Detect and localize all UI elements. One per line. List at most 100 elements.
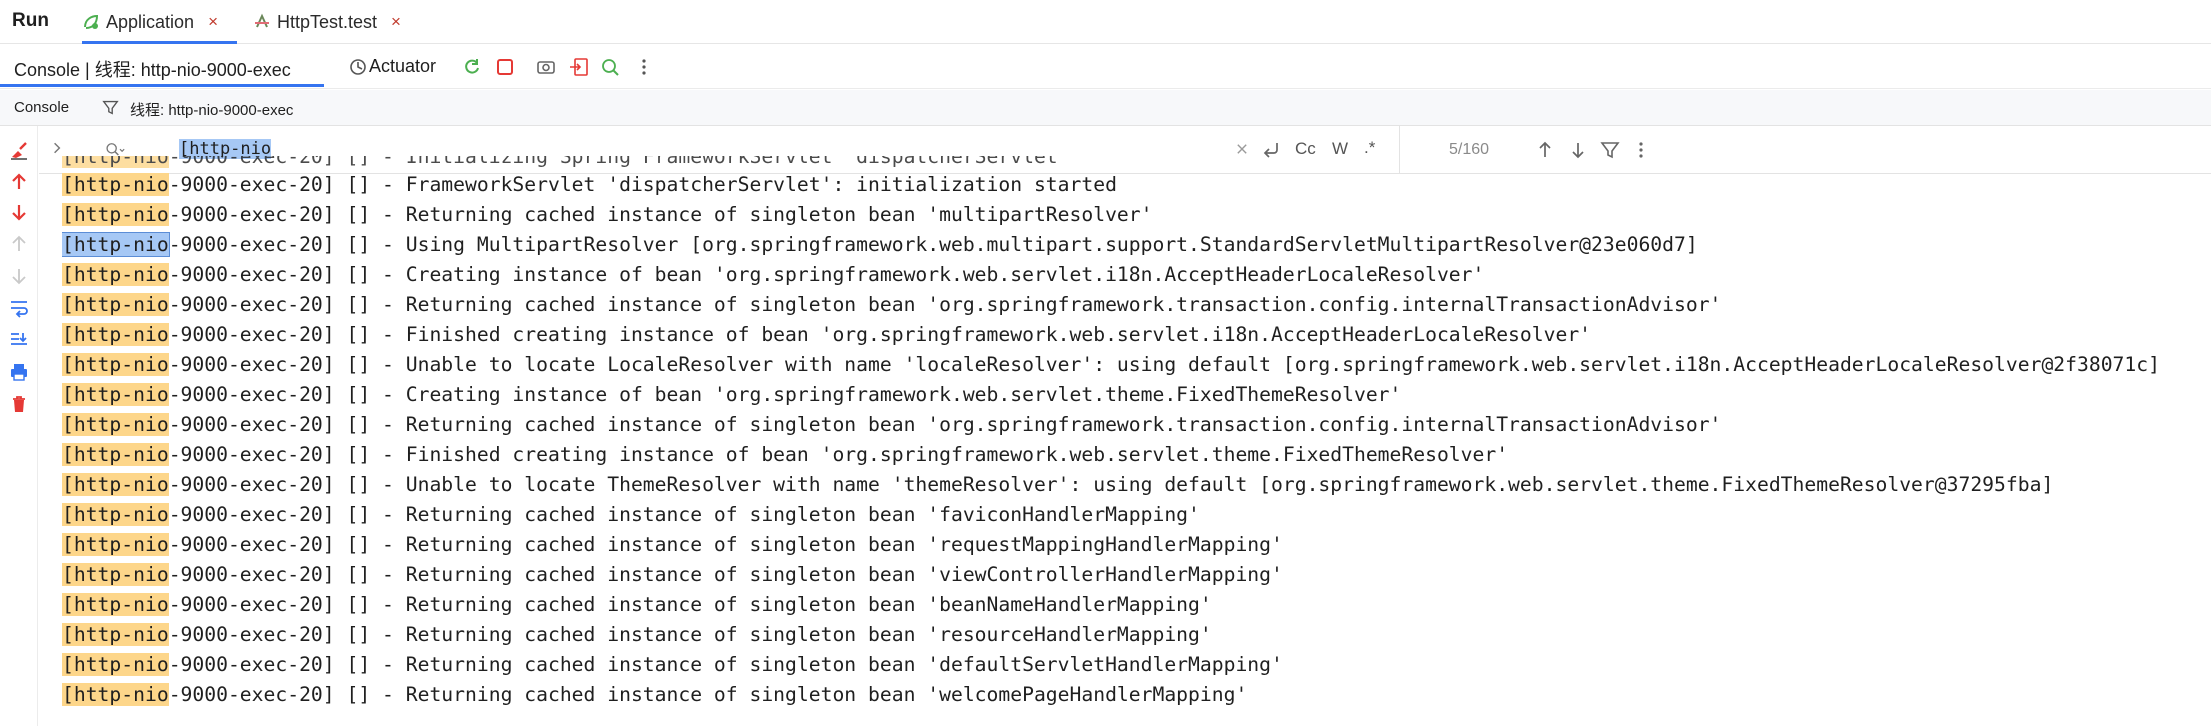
log-line: [http-nio-9000-exec-20] [] - Returning c…	[62, 290, 2202, 320]
match-highlight: [http-nio	[62, 623, 169, 646]
arrow-down-icon[interactable]	[9, 202, 29, 222]
log-line: [http-nio-9000-exec-20] [] - Finished cr…	[62, 440, 2202, 470]
log-text: -9000-exec-20] [] - FrameworkServlet 'di…	[168, 173, 1117, 196]
thread-filter-label[interactable]: 线程: http-nio-9000-exec	[130, 99, 293, 120]
log-line: [http-nio-9000-exec-20] [] - Returning c…	[62, 500, 2202, 530]
console-tab[interactable]: Console	[14, 99, 69, 116]
print-icon[interactable]	[9, 362, 29, 382]
match-highlight: [http-nio	[62, 533, 169, 556]
log-text: -9000-exec-20] [] - Returning cached ins…	[168, 533, 1283, 556]
log-line: [http-nio-9000-exec-20] [] - Returning c…	[62, 530, 2202, 560]
debug-run-icon[interactable]	[600, 57, 620, 77]
log-line: [http-nio-9000-exec-20] [] - Unable to l…	[62, 350, 2202, 380]
close-icon[interactable]: ×	[391, 12, 401, 32]
match-highlight: [http-nio	[62, 173, 169, 196]
rerun-icon[interactable]	[462, 57, 482, 77]
regex-toggle[interactable]: .*	[1364, 138, 1375, 158]
console-filter-row: Console 线程: http-nio-9000-exec	[0, 90, 2211, 126]
match-highlight: [http-nio	[62, 503, 169, 526]
whole-words-toggle[interactable]: W	[1332, 139, 1348, 159]
next-match-icon[interactable]	[1568, 140, 1588, 160]
log-line: [http-nio-9000-exec-20] [] - Returning c…	[62, 410, 2202, 440]
chevron-right-icon[interactable]	[49, 140, 65, 156]
log-line: [http-nio-9000-exec-20] [] - Returning c…	[62, 680, 2202, 710]
arrow-up-disabled-icon	[12, 235, 26, 251]
log-line: [http-nio-9000-exec-20] [] - Returning c…	[62, 560, 2202, 590]
scroll-to-end-icon[interactable]	[9, 330, 29, 350]
match-highlight: [http-nio	[62, 683, 169, 706]
match-highlight: [http-nio	[62, 443, 169, 466]
tab-httptest[interactable]: HttpTest.test ×	[253, 0, 401, 44]
arrow-down-disabled-icon	[12, 269, 26, 285]
actuator-icon	[350, 59, 366, 75]
match-highlight: [http-nio	[62, 203, 169, 226]
run-title: Run	[12, 10, 49, 31]
arrow-up-icon[interactable]	[9, 172, 29, 192]
login-icon[interactable]	[569, 57, 589, 77]
current-match-highlight: [http-nio	[62, 232, 170, 257]
log-text: -9000-exec-20] [] - Returning cached ins…	[168, 593, 1212, 616]
log-line: [http-nio-9000-exec-20] [] - Unable to l…	[62, 470, 2202, 500]
newline-icon[interactable]	[1261, 140, 1281, 160]
filter-icon[interactable]	[102, 99, 119, 116]
tab-label: Application	[106, 11, 195, 32]
log-text: -9000-exec-20] [] - Returning cached ins…	[168, 563, 1283, 586]
match-highlight: [http-nio	[62, 473, 169, 496]
log-line: [http-nio-9000-exec-20] [] - Returning c…	[62, 590, 2202, 620]
log-text: -9000-exec-20] [] - Finished creating in…	[168, 443, 1509, 466]
log-line: [http-nio-9000-exec-20] [] - Creating in…	[62, 380, 2202, 410]
run-tab-bar: Run Application × HttpTest.test ×	[0, 0, 2211, 44]
match-highlight: [http-nio	[62, 293, 169, 316]
console-thread-tab[interactable]: Console | 线程: http-nio-9000-exec	[14, 56, 291, 82]
camera-icon[interactable]	[536, 57, 556, 77]
search-more-icon[interactable]	[1631, 140, 1651, 160]
clear-search-icon[interactable]	[1235, 142, 1249, 156]
log-text: -9000-exec-20] [] - Using MultipartResol…	[168, 233, 1698, 256]
log-line: [http-nio-9000-exec-20] [] - FrameworkSe…	[62, 170, 2202, 200]
spring-app-icon	[84, 14, 99, 29]
match-highlight: [http-nio	[62, 323, 169, 346]
trash-icon[interactable]	[9, 394, 29, 414]
match-highlight: [http-nio	[62, 593, 169, 616]
http-test-icon	[255, 13, 269, 28]
actuator-tab[interactable]: Actuator	[369, 56, 436, 77]
log-text: -9000-exec-20] [] - Unable to locate Loc…	[168, 353, 2160, 376]
match-highlight: [http-nio	[62, 653, 169, 676]
match-highlight: [http-nio	[62, 156, 169, 168]
clear-brush-icon[interactable]	[9, 140, 29, 160]
log-text: -9000-exec-20] [] - Returning cached ins…	[168, 413, 1722, 436]
log-text: -9000-exec-20] [] - Initializing Spring …	[168, 156, 1070, 168]
active-tab-indicator	[0, 84, 324, 87]
console-output[interactable]: [http-nio-9000-exec-20] [] - FrameworkSe…	[62, 170, 2202, 726]
console-gutter	[0, 126, 38, 726]
previous-match-icon[interactable]	[1535, 140, 1555, 160]
match-highlight: [http-nio	[62, 563, 169, 586]
filter-matches-icon[interactable]	[1600, 140, 1620, 160]
more-options-icon[interactable]	[634, 57, 654, 77]
log-text: -9000-exec-20] [] - Returning cached ins…	[168, 683, 1248, 706]
tab-application[interactable]: Application ×	[82, 0, 237, 44]
soft-wrap-icon[interactable]	[9, 298, 29, 318]
match-highlight: [http-nio	[62, 263, 169, 286]
log-line: [http-nio-9000-exec-20] [] - Returning c…	[62, 620, 2202, 650]
log-text: -9000-exec-20] [] - Returning cached ins…	[168, 203, 1153, 226]
close-icon[interactable]: ×	[208, 12, 218, 32]
tab-label: HttpTest.test	[277, 11, 378, 32]
log-text: -9000-exec-20] [] - Returning cached ins…	[168, 653, 1283, 676]
match-case-toggle[interactable]: Cc	[1295, 139, 1316, 159]
log-text: -9000-exec-20] [] - Returning cached ins…	[168, 503, 1200, 526]
log-text: -9000-exec-20] [] - Returning cached ins…	[168, 623, 1212, 646]
log-line: [http-nio-9000-exec-20] [] - Returning c…	[62, 650, 2202, 680]
match-highlight: [http-nio	[62, 383, 169, 406]
match-counter: 5/160	[1449, 141, 1490, 158]
console-toolbar: Console | 线程: http-nio-9000-exec Actuato…	[0, 45, 2211, 89]
log-line: [http-nio-9000-exec-20] [] - Using Multi…	[62, 230, 2202, 260]
match-highlight: [http-nio	[62, 413, 169, 436]
search-divider	[1399, 126, 1400, 174]
log-text: -9000-exec-20] [] - Creating instance of…	[168, 263, 1485, 286]
log-text: -9000-exec-20] [] - Creating instance of…	[168, 383, 1402, 406]
log-text: -9000-exec-20] [] - Finished creating in…	[168, 323, 1592, 346]
log-line: [http-nio-9000-exec-20] [] - Returning c…	[62, 200, 2202, 230]
log-text: -9000-exec-20] [] - Returning cached ins…	[168, 293, 1722, 316]
stop-icon[interactable]	[495, 57, 515, 77]
